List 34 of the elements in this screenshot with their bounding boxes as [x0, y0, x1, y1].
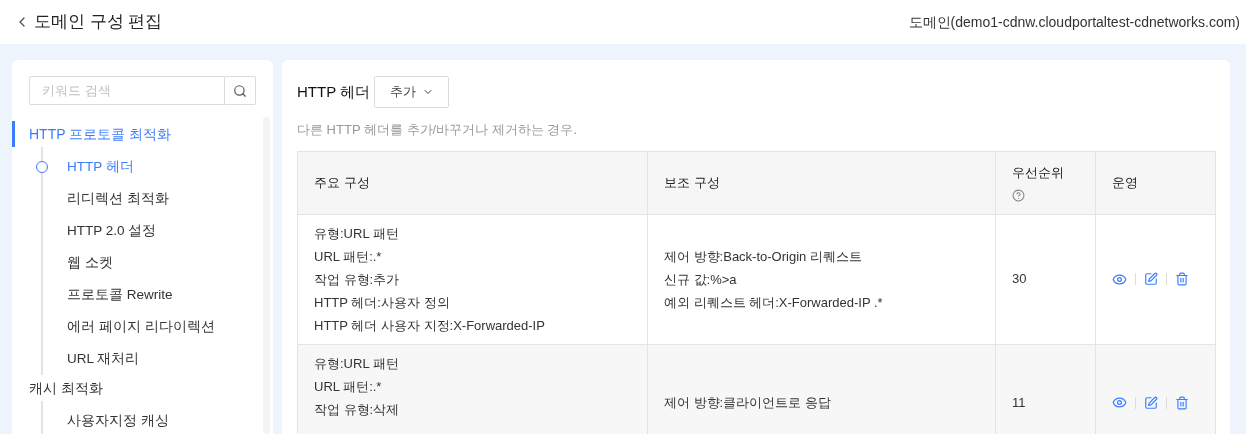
column-header: 주요 구성 [297, 151, 648, 214]
nav-item[interactable]: 웹 소켓 [67, 252, 113, 274]
table-cell: 11 [995, 344, 1096, 434]
search-field[interactable]: 키워드 검색 [29, 76, 225, 105]
table-cell: 유형:URL 패턴 URL 패턴:.* 작업 유형:삭제 [297, 344, 648, 434]
table-cell: 30 [995, 214, 1096, 344]
nav-group[interactable]: 캐시 최적화 [12, 375, 263, 401]
search-button[interactable] [225, 76, 256, 105]
table-cell: 제어 방향:Back-to-Origin 리퀘스트 신규 값:%>a 예외 리퀘스트 헤더:X-Forwarded-IP .* [647, 214, 996, 344]
column-header: 운영 [1095, 151, 1216, 214]
table-cell: 유형:URL 패턴 URL 패턴:.* 작업 유형:추가 HTTP 헤더:사용자 정의 HTTP 헤더 사용자 지정:X-Forwarded-IP [297, 214, 648, 344]
page-title: 도메인 구성 편집 [34, 11, 163, 34]
table-cell: 제어 방향:클라이언트로 응답 [647, 344, 996, 434]
help-icon[interactable] [1012, 188, 1025, 202]
trash-icon[interactable] [1175, 395, 1189, 410]
search-icon[interactable] [233, 83, 247, 98]
nav-item[interactable]: 리디렉션 최적화 [67, 188, 169, 210]
trash-icon[interactable] [1175, 272, 1189, 286]
nav-item[interactable]: URL 재처리 [67, 348, 140, 370]
nav-item[interactable]: 프로토콜 Rewrite [67, 284, 173, 306]
view-icon[interactable] [1112, 395, 1127, 410]
edit-icon[interactable] [1144, 272, 1158, 286]
nav-item[interactable]: HTTP 2.0 설정 [67, 220, 157, 242]
section-description: 다른 HTTP 헤더를 추가/바꾸거나 제거하는 경우. [297, 121, 578, 139]
column-header: 보조 구성 [647, 151, 996, 214]
add-dropdown[interactable]: 추가 [374, 76, 450, 108]
section-title: HTTP 헤더 [297, 81, 371, 102]
nav-item[interactable]: 에러 페이지 리다이렉션 [67, 316, 215, 338]
domain-label: 도메인(demo1-cdnw.cloudportaltest-cdnetworks.com) [908, 12, 1240, 32]
nav-item[interactable]: 사용자지정 캐싱 [67, 410, 169, 432]
column-header: 우선순위 [995, 151, 1096, 214]
view-icon[interactable] [1112, 271, 1127, 287]
edit-icon[interactable] [1144, 395, 1158, 410]
nav-item[interactable]: HTTP 헤더 [67, 156, 134, 178]
